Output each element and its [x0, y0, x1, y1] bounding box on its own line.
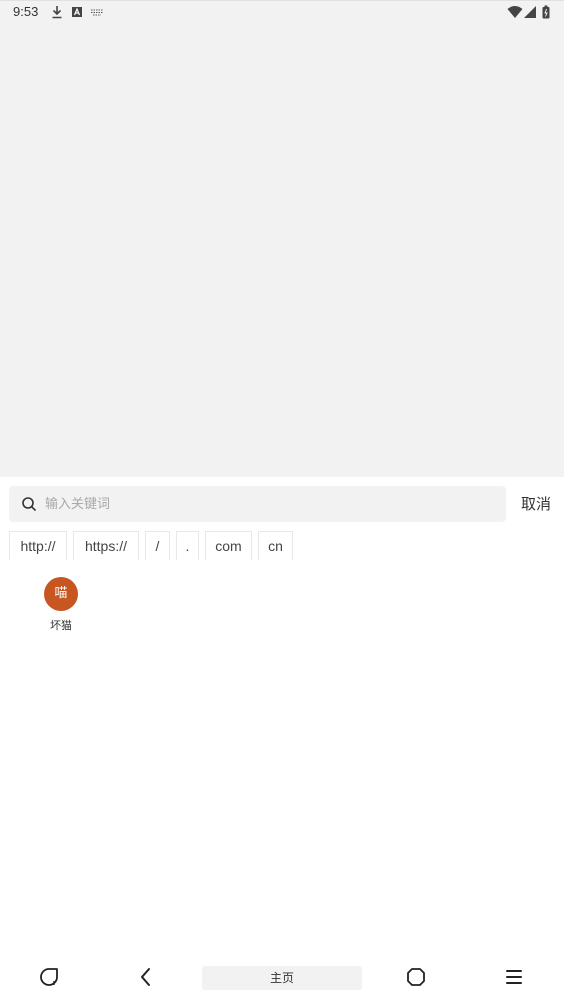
chip-dot[interactable]: . [176, 531, 199, 560]
search-input[interactable] [45, 486, 495, 522]
page-background [0, 24, 564, 477]
status-time: 9:53 [13, 4, 39, 19]
status-bar: 9:53 [0, 0, 564, 24]
back-icon[interactable] [134, 965, 158, 989]
search-panel: 取消 http:// https:// / . com cn 喵 坏猫 [0, 477, 564, 949]
menu-icon[interactable] [502, 965, 526, 989]
bookmark-label: 坏猫 [50, 619, 72, 632]
wifi-icon [507, 6, 523, 18]
search-bar[interactable] [9, 486, 506, 522]
cancel-button[interactable]: 取消 [514, 486, 558, 522]
signal-icon [524, 6, 536, 18]
chip-slash[interactable]: / [145, 531, 170, 560]
a-badge-icon [72, 7, 82, 17]
chip-cn[interactable]: cn [258, 531, 293, 560]
bookmark-item[interactable]: 喵 坏猫 [36, 577, 86, 633]
download-icon [52, 6, 62, 19]
bookmark-avatar: 喵 [44, 577, 78, 611]
home-icon[interactable] [404, 965, 428, 989]
battery-icon [542, 5, 550, 19]
tabs-icon[interactable] [37, 965, 61, 989]
search-icon [22, 497, 36, 511]
bottom-toolbar: 主页 [0, 949, 564, 1004]
chip-http[interactable]: http:// [9, 531, 67, 560]
chip-com[interactable]: com [205, 531, 252, 560]
keyboard-icon [91, 9, 103, 16]
home-button[interactable]: 主页 [202, 966, 362, 990]
chip-https[interactable]: https:// [73, 531, 139, 560]
